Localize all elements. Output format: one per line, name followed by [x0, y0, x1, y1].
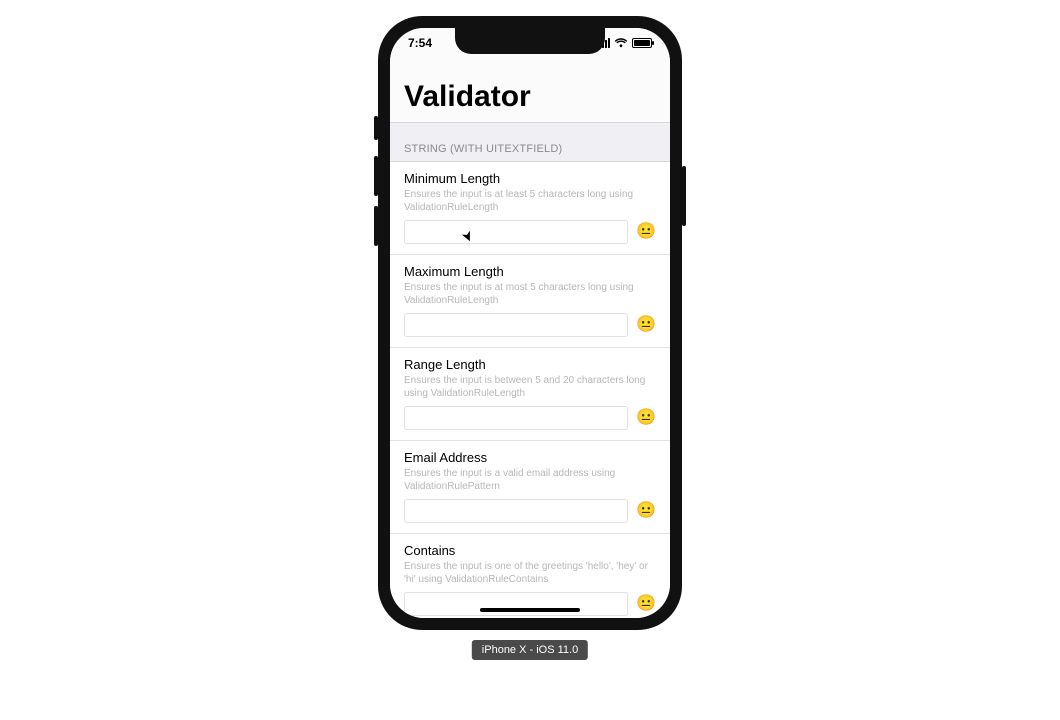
cell-desc: Ensures the input is one of the greeting…	[404, 560, 656, 586]
cell-title: Maximum Length	[404, 264, 656, 279]
cell-desc: Ensures the input is at least 5 characte…	[404, 188, 656, 214]
cell-desc: Ensures the input is at most 5 character…	[404, 281, 656, 307]
cell-title: Minimum Length	[404, 171, 656, 186]
cell-contains: Contains Ensures the input is one of the…	[390, 534, 670, 618]
status-right-cluster	[599, 38, 652, 48]
input-row: 😐	[404, 313, 656, 337]
cell-max-length: Maximum Length Ensures the input is at m…	[390, 255, 670, 348]
contains-input[interactable]	[404, 592, 628, 616]
device-frame: 7:54 Validator STRING (WITH UITEXTFIELD)	[378, 16, 682, 630]
battery-icon	[632, 38, 652, 48]
side-button-volume-down	[374, 206, 378, 246]
cell-email: Email Address Ensures the input is a val…	[390, 441, 670, 534]
section-header: STRING (WITH UITEXTFIELD)	[390, 122, 670, 162]
min-length-input[interactable]	[404, 220, 628, 244]
neutral-face-icon: 😐	[636, 410, 656, 426]
max-length-input[interactable]	[404, 313, 628, 337]
neutral-face-icon: 😐	[636, 317, 656, 333]
neutral-face-icon: 😐	[636, 224, 656, 240]
notch	[455, 28, 605, 54]
neutral-face-icon: 😐	[636, 503, 656, 519]
device-label: iPhone X - iOS 11.0	[472, 640, 588, 660]
content-area[interactable]: Validator STRING (WITH UITEXTFIELD) Mini…	[390, 28, 670, 618]
input-row: 😐	[404, 592, 656, 616]
table-list: Minimum Length Ensures the input is at l…	[390, 162, 670, 618]
input-row: 😐	[404, 499, 656, 523]
cell-title: Range Length	[404, 357, 656, 372]
home-indicator[interactable]	[480, 608, 580, 612]
cell-min-length: Minimum Length Ensures the input is at l…	[390, 162, 670, 255]
cell-title: Contains	[404, 543, 656, 558]
neutral-face-icon: 😐	[636, 596, 656, 612]
cell-desc: Ensures the input is between 5 and 20 ch…	[404, 374, 656, 400]
email-input[interactable]	[404, 499, 628, 523]
screen: 7:54 Validator STRING (WITH UITEXTFIELD)	[390, 28, 670, 618]
side-button-silent	[374, 116, 378, 140]
cell-title: Email Address	[404, 450, 656, 465]
side-button-volume-up	[374, 156, 378, 196]
side-button-power	[682, 166, 686, 226]
status-time: 7:54	[408, 36, 432, 50]
wifi-icon	[614, 38, 628, 48]
page-title: Validator	[404, 80, 656, 114]
range-length-input[interactable]	[404, 406, 628, 430]
cell-desc: Ensures the input is a valid email addre…	[404, 467, 656, 493]
input-row: 😐	[404, 406, 656, 430]
cell-range-length: Range Length Ensures the input is betwee…	[390, 348, 670, 441]
input-row: 😐	[404, 220, 656, 244]
